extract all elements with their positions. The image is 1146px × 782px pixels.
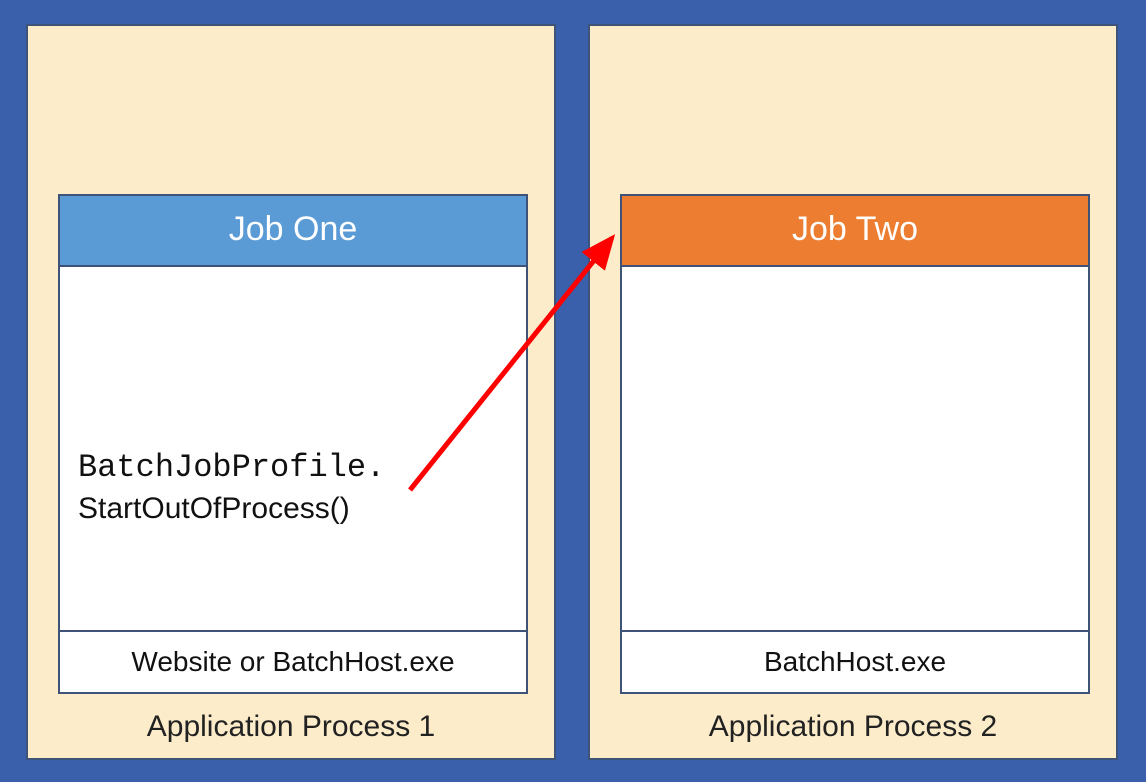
job-two-body <box>622 267 1088 307</box>
process-1-panel: Application Process 1 Job One BatchJobPr… <box>26 24 556 760</box>
job-one-code-line1: BatchJobProfile. <box>78 449 385 486</box>
process-2-panel: Application Process 2 Job Two BatchHost.… <box>588 24 1118 760</box>
job-two-header: Job Two <box>622 196 1088 267</box>
job-one-box: Job One BatchJobProfile. StartOutOfProce… <box>58 194 528 694</box>
job-one-body: BatchJobProfile. StartOutOfProcess() <box>60 267 526 548</box>
job-one-footer: Website or BatchHost.exe <box>60 630 526 692</box>
job-one-code-line2: StartOutOfProcess() <box>78 492 350 525</box>
process-2-label: Application Process 2 <box>590 710 1116 744</box>
process-1-label: Application Process 1 <box>28 710 554 744</box>
job-two-footer: BatchHost.exe <box>622 630 1088 692</box>
job-one-header: Job One <box>60 196 526 267</box>
job-two-box: Job Two BatchHost.exe <box>620 194 1090 694</box>
